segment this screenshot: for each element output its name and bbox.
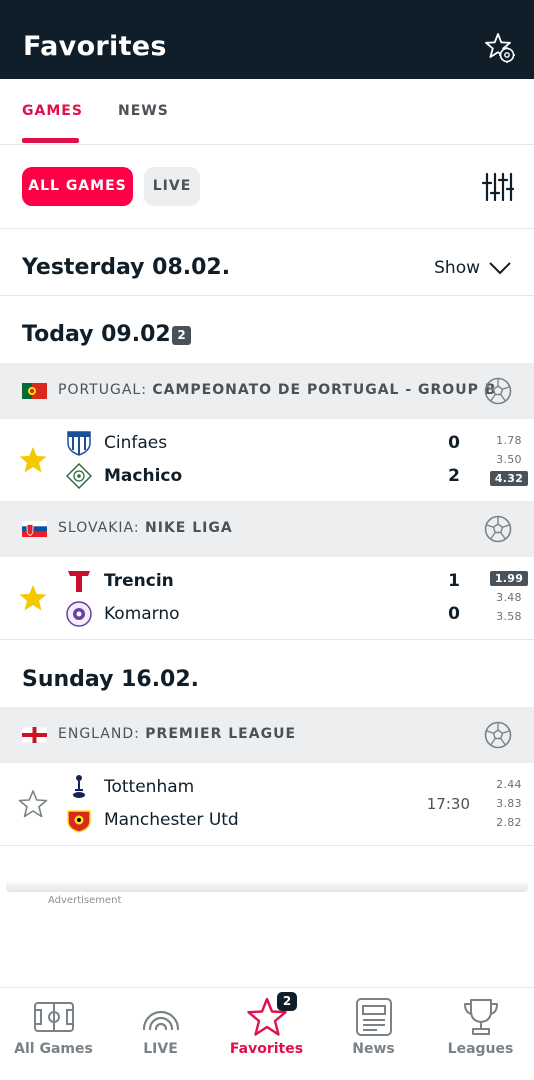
odd-draw[interactable]: 3.50 — [490, 452, 528, 467]
league-name: PORTUGAL: CAMPEONATO DE PORTUGAL - GROUP… — [58, 382, 496, 398]
sunday-date: Sunday 16.02. — [22, 667, 200, 692]
odd-away[interactable]: 4.32 — [490, 471, 528, 486]
yesterday-section-header[interactable]: Yesterday 08.02. Show — [0, 229, 534, 296]
league-country: PORTUGAL: — [58, 382, 147, 398]
odd-draw[interactable]: 3.83 — [490, 796, 528, 811]
league-header-slovakia[interactable]: SLOVAKIA: NIKE LIGA — [0, 501, 534, 557]
star-outline-icon[interactable] — [18, 789, 48, 819]
home-team-name: Cinfaes — [104, 433, 168, 453]
show-button[interactable]: Show — [434, 258, 480, 278]
sliders-icon[interactable] — [482, 171, 514, 203]
today-section-header: Today 09.02. 2 — [0, 296, 534, 363]
league-header-england[interactable]: ENGLAND: PREMIER LEAGUE — [0, 707, 534, 763]
nav-label: Leagues — [447, 1041, 514, 1057]
league-header-portugal[interactable]: PORTUGAL: CAMPEONATO DE PORTUGAL - GROUP… — [0, 363, 534, 419]
nav-label: Favorites — [229, 1041, 304, 1057]
machico-logo-icon — [66, 463, 92, 489]
nav-favorites[interactable]: 2 Favorites — [213, 988, 320, 1080]
home-team-score: 0 — [448, 433, 460, 453]
league-name: ENGLAND: PREMIER LEAGUE — [58, 726, 296, 742]
nav-live[interactable]: LIVE — [107, 988, 214, 1080]
slovakia-flag-icon — [22, 521, 47, 537]
away-team-name: Komarno — [104, 604, 180, 624]
komarno-logo-icon — [66, 601, 92, 627]
soccer-ball-icon — [484, 515, 512, 543]
today-count-badge: 2 — [172, 326, 191, 345]
match-row-tottenham-manchester[interactable]: Tottenham Manchester Utd 17:30 2.44 3.83… — [0, 763, 534, 846]
home-team-name: Tottenham — [104, 777, 195, 797]
home-team-name: Trencin — [104, 571, 174, 591]
match-row-cinfaes-machico[interactable]: Cinfaes 0 Machico 2 1.78 3.50 4.32 — [0, 419, 534, 502]
sunday-section-header: Sunday 16.02. — [0, 640, 534, 707]
odd-home[interactable]: 1.99 — [490, 571, 528, 586]
favorites-count-badge: 2 — [277, 992, 297, 1011]
chevron-down-icon[interactable] — [488, 260, 512, 276]
page-title: Favorites — [23, 31, 167, 62]
away-team-name: Machico — [104, 466, 183, 486]
odd-away[interactable]: 3.58 — [490, 609, 528, 624]
yesterday-date: Yesterday 08.02. — [22, 255, 231, 280]
nav-all-games[interactable]: All Games — [0, 988, 107, 1080]
tab-news[interactable]: NEWS — [118, 103, 169, 119]
ad-divider — [6, 880, 528, 892]
tab-games[interactable]: GAMES — [22, 103, 83, 119]
league-name: SLOVAKIA: NIKE LIGA — [58, 520, 233, 536]
all-games-filter-button[interactable]: ALL GAMES — [22, 167, 133, 206]
app-header: Favorites — [0, 0, 534, 79]
active-tab-indicator — [22, 138, 79, 143]
odd-draw[interactable]: 3.48 — [490, 590, 528, 605]
trencin-logo-icon — [68, 571, 90, 592]
bottom-navigation: All Games LIVE 2 Favorites News Leagues — [0, 987, 534, 1080]
away-team-score: 2 — [448, 466, 460, 486]
league-country: SLOVAKIA: — [58, 520, 140, 536]
match-kickoff-time: 17:30 — [426, 795, 470, 813]
away-team-name: Manchester Utd — [104, 810, 239, 830]
away-team-score: 0 — [448, 604, 460, 624]
match-row-trencin-komarno[interactable]: Trencin 1 Komarno 0 1.99 3.48 3.58 — [0, 557, 534, 640]
nav-news[interactable]: News — [320, 988, 427, 1080]
advertisement-label: Advertisement — [48, 895, 122, 906]
nav-label: LIVE — [143, 1041, 178, 1057]
portugal-flag-icon — [22, 383, 47, 399]
odd-home[interactable]: 1.78 — [490, 433, 528, 448]
nav-leagues[interactable]: Leagues — [427, 988, 534, 1080]
tab-bar: GAMES NEWS — [0, 79, 534, 145]
live-icon — [142, 1010, 180, 1031]
odd-away[interactable]: 2.82 — [490, 815, 528, 830]
england-flag-icon — [22, 727, 47, 743]
favorite-star-icon[interactable] — [18, 583, 48, 613]
cinfaes-logo-icon — [67, 431, 91, 456]
filter-bar: ALL GAMES LIVE — [0, 145, 534, 229]
advertisement-area[interactable]: Advertisement — [0, 892, 534, 987]
league-title: NIKE LIGA — [145, 520, 233, 536]
newspaper-icon — [356, 998, 392, 1036]
nav-label: All Games — [14, 1041, 93, 1057]
tottenham-logo-icon — [73, 775, 85, 798]
today-date: Today 09.02. — [22, 322, 180, 347]
favorite-star-icon[interactable] — [18, 445, 48, 475]
soccer-ball-icon — [484, 721, 512, 749]
trophy-icon — [464, 999, 498, 1035]
home-team-score: 1 — [448, 571, 460, 591]
odd-home[interactable]: 2.44 — [490, 777, 528, 792]
manchester-utd-logo-icon — [67, 810, 91, 833]
soccer-ball-icon — [484, 377, 512, 405]
star-gear-icon[interactable] — [484, 32, 516, 64]
pitch-icon — [34, 1002, 74, 1032]
nav-label: News — [352, 1041, 395, 1057]
league-country: ENGLAND: — [58, 726, 140, 742]
league-title: PREMIER LEAGUE — [145, 726, 297, 742]
live-filter-button[interactable]: LIVE — [144, 167, 200, 206]
league-title: CAMPEONATO DE PORTUGAL - GROUP B — [152, 382, 497, 398]
